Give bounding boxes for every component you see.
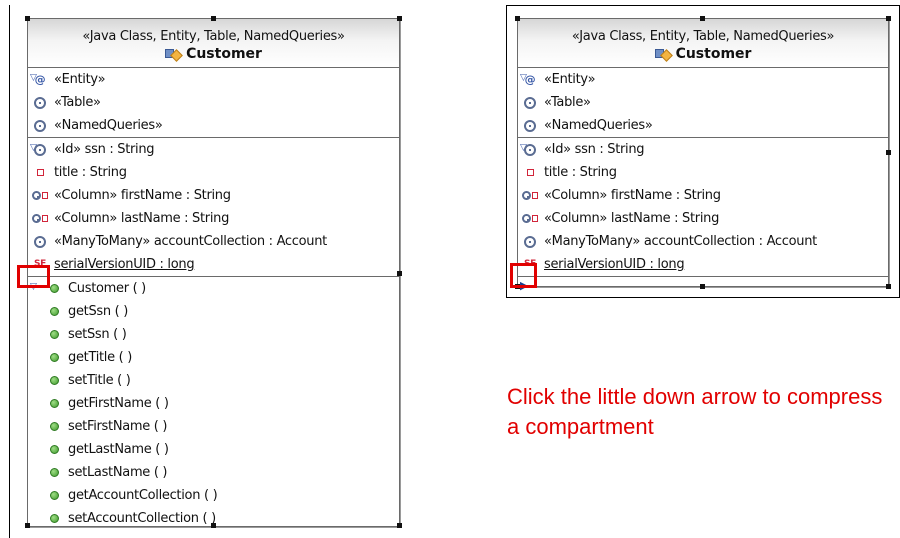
resize-handle[interactable] (886, 150, 891, 155)
resize-handle[interactable] (515, 16, 520, 21)
resize-handle[interactable] (211, 16, 216, 21)
attribute-firstname[interactable]: «Column» firstName : String (54, 188, 231, 203)
id-key-icon (32, 143, 48, 156)
operation-setssn[interactable]: setSsn ( ) (68, 327, 127, 342)
operation-setlastname[interactable]: setLastName ( ) (68, 465, 168, 480)
method-icon (46, 514, 62, 523)
attribute-ssn[interactable]: «Id» ssn : String (54, 142, 155, 157)
attributes-compartment[interactable]: ▽ «Id» ssn : String title : String «Colum… (518, 138, 888, 277)
class-icon (165, 47, 183, 62)
relation-icon (522, 235, 538, 248)
expand-arrow-highlight (510, 263, 537, 288)
operation-settitle[interactable]: setTitle ( ) (68, 373, 131, 388)
method-icon (46, 422, 62, 431)
operation-getlastname[interactable]: getLastName ( ) (68, 442, 169, 457)
column-field-icon (32, 191, 48, 200)
collapse-arrow-highlight (17, 265, 50, 288)
collapse-arrow-icon[interactable]: ▽ (520, 73, 527, 83)
attribute-firstname[interactable]: «Column» firstName : String (544, 188, 721, 203)
field-icon (32, 169, 48, 176)
class-name: Customer (675, 46, 752, 62)
class-icon (654, 47, 673, 62)
gear-icon (32, 119, 48, 132)
field-icon (522, 169, 538, 176)
attribute-lastname[interactable]: «Column» lastName : String (54, 211, 229, 226)
customer-class-collapsed[interactable]: «Java Class, Entity, Table, NamedQueries… (517, 18, 889, 292)
annotation-namedqueries[interactable]: «NamedQueries» (54, 118, 163, 133)
class-name: Customer (186, 46, 262, 62)
method-icon (46, 353, 62, 362)
method-icon (46, 330, 62, 339)
annotation-namedqueries[interactable]: «NamedQueries» (544, 118, 653, 133)
annotations-compartment[interactable]: ▽ @ «Entity» «Table» «NamedQueries» (28, 68, 399, 138)
annotation-entity[interactable]: «Entity» (54, 72, 106, 87)
resize-handle[interactable] (886, 284, 891, 289)
operation-setaccountcollection[interactable]: setAccountCollection ( ) (68, 511, 216, 526)
annotation-table[interactable]: «Table» (544, 95, 591, 110)
class-stereotypes: «Java Class, Entity, Table, NamedQueries… (82, 29, 345, 44)
column-field-icon (522, 191, 538, 200)
operation-getfirstname[interactable]: getFirstName ( ) (68, 396, 169, 411)
annotation-entity[interactable]: «Entity» (544, 72, 596, 87)
operation-getaccountcollection[interactable]: getAccountCollection ( ) (68, 488, 218, 503)
operation-getssn[interactable]: getSsn ( ) (68, 304, 128, 319)
attribute-serialversionuid[interactable]: serialVersionUID : long (544, 257, 685, 272)
resize-handle[interactable] (700, 16, 705, 21)
attribute-ssn[interactable]: «Id» ssn : String (544, 142, 645, 157)
customer-class-expanded[interactable]: «Java Class, Entity, Table, NamedQueries… (27, 18, 400, 527)
operation-constructor[interactable]: Customer ( ) (68, 281, 146, 296)
gear-icon (32, 96, 48, 109)
resize-handle[interactable] (397, 271, 402, 276)
method-icon (46, 468, 62, 477)
class-name-row: Customer (518, 45, 888, 63)
attribute-title[interactable]: title : String (544, 165, 617, 180)
class-stereotypes: «Java Class, Entity, Table, NamedQueries… (571, 29, 835, 44)
instruction-caption: Click the little down arrow to compress … (507, 384, 883, 439)
class-header[interactable]: «Java Class, Entity, Table, NamedQueries… (518, 19, 888, 68)
resize-handle[interactable] (25, 16, 30, 21)
id-key-icon (522, 143, 538, 156)
attributes-compartment[interactable]: ▽ «Id» ssn : String title : String «Colum… (28, 138, 399, 277)
attribute-serialversionuid[interactable]: serialVersionUID : long (54, 257, 195, 272)
resize-handle[interactable] (886, 16, 891, 21)
gear-icon (522, 96, 538, 109)
resize-handle[interactable] (397, 16, 402, 21)
gear-icon (522, 119, 538, 132)
attribute-accountcollection[interactable]: «ManyToMany» accountCollection : Account (54, 234, 327, 249)
resize-handle[interactable] (700, 284, 705, 289)
column-field-icon (522, 214, 538, 223)
relation-icon (32, 235, 48, 248)
attribute-lastname[interactable]: «Column» lastName : String (544, 211, 719, 226)
attribute-title[interactable]: title : String (54, 165, 127, 180)
method-icon (46, 491, 62, 500)
resize-handle[interactable] (211, 523, 216, 528)
attribute-accountcollection[interactable]: «ManyToMany» accountCollection : Account (544, 234, 817, 249)
collapse-arrow-icon[interactable]: ▽ (30, 73, 37, 83)
annotation-table[interactable]: «Table» (54, 95, 101, 110)
class-name-row: Customer (28, 45, 399, 63)
resize-handle[interactable] (25, 523, 30, 528)
method-icon (46, 399, 62, 408)
resize-handle[interactable] (397, 523, 402, 528)
class-header[interactable]: «Java Class, Entity, Table, NamedQueries… (28, 19, 399, 68)
method-icon (46, 376, 62, 385)
operation-setfirstname[interactable]: setFirstName ( ) (68, 419, 167, 434)
annotations-compartment[interactable]: ▽ @ «Entity» «Table» «NamedQueries» (518, 68, 888, 138)
operation-gettitle[interactable]: getTitle ( ) (68, 350, 132, 365)
column-field-icon (32, 214, 48, 223)
operations-compartment[interactable]: ▽ Customer ( ) getSsn ( ) setSsn ( ) getT… (28, 277, 399, 530)
method-icon (46, 307, 62, 316)
method-icon (46, 445, 62, 454)
